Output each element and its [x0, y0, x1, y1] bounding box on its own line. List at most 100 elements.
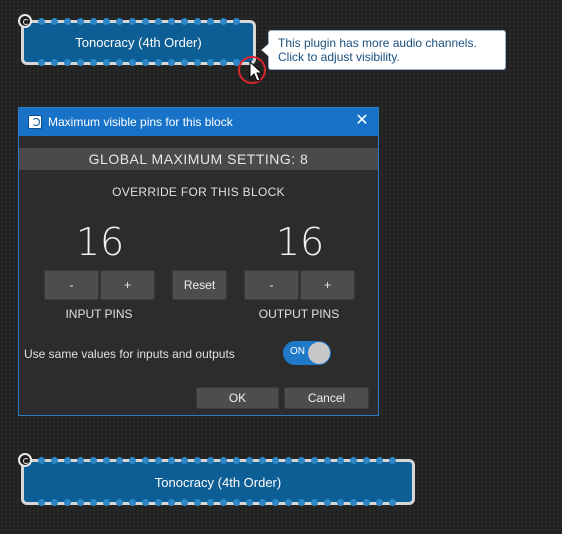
- same-values-toggle[interactable]: ON: [283, 341, 331, 365]
- input-decrement-button[interactable]: -: [44, 270, 99, 300]
- dialog-title: Maximum visible pins for this block: [48, 115, 233, 129]
- pin-dot: [64, 499, 71, 506]
- pin-dot: [311, 499, 318, 506]
- pin-dot: [233, 18, 240, 25]
- output-pins-value: 16: [275, 220, 325, 264]
- pin-dot: [116, 457, 123, 464]
- pin-dot: [181, 457, 188, 464]
- pin-dot: [181, 18, 188, 25]
- pin-dot: [168, 18, 175, 25]
- pin-dot: [64, 59, 71, 66]
- pins-bottom: [38, 59, 240, 67]
- pin-dot: [77, 457, 84, 464]
- pin-dot: [142, 499, 149, 506]
- pin-dot: [207, 18, 214, 25]
- pin-dot: [298, 457, 305, 464]
- pin-dot: [207, 457, 214, 464]
- pin-dot: [220, 499, 227, 506]
- pin-dot: [116, 59, 123, 66]
- block-title: Tonocracy (4th Order): [75, 35, 202, 50]
- pin-dot: [155, 499, 162, 506]
- pin-dot: [389, 499, 396, 506]
- pin-dot: [207, 59, 214, 66]
- dialog-titlebar: Maximum visible pins for this block ✕: [19, 108, 378, 136]
- pin-dot: [259, 499, 266, 506]
- pin-dot: [103, 499, 110, 506]
- mouse-cursor-icon: [249, 61, 264, 82]
- plugin-block-top[interactable]: Tonocracy (4th Order): [21, 18, 256, 67]
- pin-dot: [194, 59, 201, 66]
- ok-button[interactable]: OK: [196, 387, 279, 409]
- pins-top: [38, 457, 398, 465]
- pin-dot: [129, 18, 136, 25]
- pin-dot: [103, 59, 110, 66]
- pin-dot: [298, 499, 305, 506]
- pin-dot: [194, 18, 201, 25]
- tooltip: This plugin has more audio channels. Cli…: [261, 30, 506, 70]
- pin-dot: [272, 457, 279, 464]
- pin-dot: [259, 457, 266, 464]
- settings-icon[interactable]: [18, 14, 32, 28]
- settings-icon[interactable]: [18, 453, 32, 467]
- pin-dot: [129, 457, 136, 464]
- pin-dot: [194, 499, 201, 506]
- pin-dot: [285, 499, 292, 506]
- pin-dot: [181, 59, 188, 66]
- app-icon: [28, 115, 42, 129]
- pin-dot: [51, 18, 58, 25]
- pin-dot: [337, 457, 344, 464]
- pin-dot: [233, 457, 240, 464]
- pin-dot: [51, 59, 58, 66]
- toggle-knob: [308, 342, 330, 364]
- pin-dot: [246, 457, 253, 464]
- close-icon[interactable]: ✕: [354, 113, 370, 129]
- pin-dot: [376, 499, 383, 506]
- pin-dot: [64, 18, 71, 25]
- pin-dot: [77, 499, 84, 506]
- pin-dot: [51, 499, 58, 506]
- pin-dot: [64, 457, 71, 464]
- pin-dot: [363, 499, 370, 506]
- input-pins-value: 16: [75, 220, 125, 264]
- tooltip-line-1: This plugin has more audio channels.: [278, 36, 477, 50]
- pin-dot: [129, 59, 136, 66]
- pin-dot: [155, 457, 162, 464]
- pin-dot: [272, 499, 279, 506]
- pin-dot: [90, 18, 97, 25]
- output-increment-button[interactable]: +: [300, 270, 355, 300]
- pin-dot: [350, 457, 357, 464]
- pin-dot: [194, 457, 201, 464]
- pin-dot: [168, 499, 175, 506]
- pin-dot: [77, 18, 84, 25]
- pin-dot: [168, 59, 175, 66]
- plugin-block-bottom[interactable]: Tonocracy (4th Order): [21, 457, 415, 507]
- input-increment-button[interactable]: +: [100, 270, 155, 300]
- pin-dot: [77, 59, 84, 66]
- pin-dot: [181, 499, 188, 506]
- pin-dot: [90, 499, 97, 506]
- pin-dot: [324, 457, 331, 464]
- pin-dot: [51, 457, 58, 464]
- cancel-button[interactable]: Cancel: [284, 387, 369, 409]
- block-title: Tonocracy (4th Order): [154, 474, 282, 490]
- global-max-setting: GLOBAL MAXIMUM SETTING: 8: [19, 148, 378, 170]
- output-decrement-button[interactable]: -: [244, 270, 299, 300]
- pin-dot: [168, 457, 175, 464]
- pins-bottom: [38, 499, 398, 507]
- tooltip-line-2: Click to adjust visibility.: [278, 50, 400, 64]
- pin-dot: [246, 499, 253, 506]
- pin-dot: [116, 18, 123, 25]
- pin-dot: [363, 457, 370, 464]
- pin-dot: [142, 59, 149, 66]
- pins-top: [38, 18, 240, 26]
- pin-dot: [376, 457, 383, 464]
- pin-dot: [220, 59, 227, 66]
- pin-dot: [103, 457, 110, 464]
- reset-button[interactable]: Reset: [172, 270, 227, 300]
- pin-dot: [38, 59, 45, 66]
- pin-dot: [207, 499, 214, 506]
- pin-dot: [38, 18, 45, 25]
- pin-dot: [38, 457, 45, 464]
- output-pins-label: OUTPUT PINS: [258, 307, 340, 321]
- override-label: OVERRIDE FOR THIS BLOCK: [112, 185, 285, 199]
